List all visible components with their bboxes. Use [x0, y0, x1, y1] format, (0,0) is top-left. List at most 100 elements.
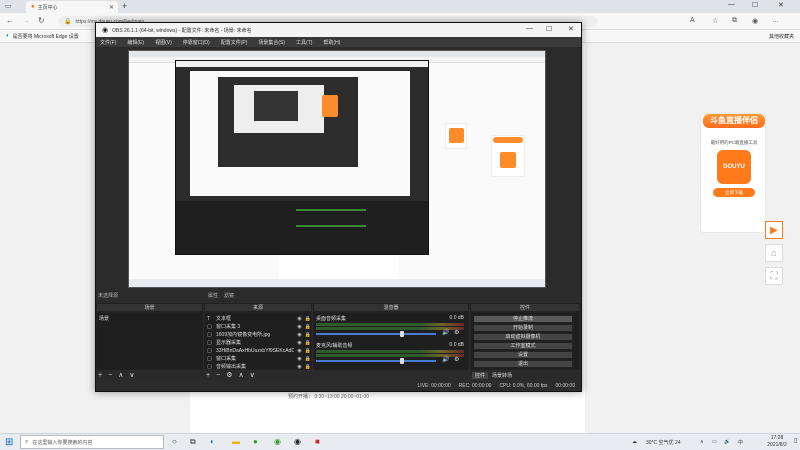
notification-icon[interactable]: ▯: [794, 437, 797, 444]
profile-icon[interactable]: ◉: [752, 17, 758, 25]
lock-icon[interactable]: 🔒: [305, 348, 311, 354]
add-icon[interactable]: +: [206, 372, 210, 379]
refresh-icon[interactable]: ↻: [38, 16, 45, 25]
menu-view[interactable]: 视图(V): [155, 39, 172, 46]
favorite-item[interactable]: 是否要将 Microsoft Edge 设置: [13, 33, 79, 40]
eye-icon[interactable]: ◉: [297, 348, 301, 354]
obs-maximize-icon[interactable]: ☐: [546, 25, 552, 33]
obs-taskbar-icon[interactable]: ◉: [294, 437, 301, 446]
volume-icon[interactable]: 🔊: [724, 439, 730, 445]
other-favorites[interactable]: 其他收藏夹: [769, 33, 794, 40]
play-icon[interactable]: ▶: [765, 221, 783, 239]
tray-cloud-icon[interactable]: ☁: [632, 439, 637, 445]
source-row[interactable]: ▢ 窗口采集 ◉ 🔒: [207, 355, 311, 363]
edge-taskbar-icon[interactable]: ◐: [210, 437, 215, 446]
menu-tools[interactable]: 工具(T): [296, 39, 312, 46]
source-row[interactable]: ▢ 窗口采集 3 ◉ 🔒: [207, 323, 311, 331]
new-tab-button[interactable]: +: [122, 1, 127, 11]
obs-preview[interactable]: [128, 50, 546, 288]
gear-icon[interactable]: ⚙: [226, 371, 232, 379]
eye-icon[interactable]: ◉: [297, 324, 301, 330]
home-icon[interactable]: ⌂: [765, 244, 783, 262]
exit-button[interactable]: 退出: [473, 360, 573, 368]
tab-close-icon[interactable]: ✕: [109, 4, 114, 11]
browser-tab[interactable]: ● 主页中心 ✕: [26, 1, 118, 13]
obs-minimize-icon[interactable]: —: [526, 25, 533, 32]
menu-scene-collection[interactable]: 场景集合(S): [258, 39, 285, 46]
scene-list-item[interactable]: 场景: [99, 315, 109, 322]
speaker-icon[interactable]: 🔊: [442, 329, 449, 336]
collections-icon[interactable]: ⧉: [732, 17, 737, 25]
remove-icon[interactable]: −: [108, 372, 112, 379]
taskbar-clock[interactable]: 17:28 2021/8/2: [760, 435, 794, 449]
lock-icon[interactable]: 🔒: [305, 324, 311, 330]
close-window-icon[interactable]: ✕: [778, 1, 784, 9]
lock-icon[interactable]: 🔒: [305, 340, 311, 346]
eye-icon[interactable]: ◉: [297, 356, 301, 362]
source-row[interactable]: ▢ 33HiBnDaAxHbUuzxbYf9SEKcAdDAx ◉ 🔒: [207, 347, 311, 354]
fullscreen-icon[interactable]: ⛶: [765, 267, 783, 285]
remove-icon[interactable]: −: [216, 372, 220, 379]
network-icon[interactable]: ▭: [712, 439, 717, 445]
eye-icon[interactable]: ◉: [297, 340, 301, 346]
settings-button[interactable]: 设置: [473, 351, 573, 359]
read-aloud-icon[interactable]: A: [690, 17, 695, 24]
app-icon[interactable]: ●: [253, 437, 258, 446]
lock-icon[interactable]: 🔒: [305, 364, 311, 370]
favorite-star-icon[interactable]: ☆: [712, 17, 718, 25]
mixer-volume-slider[interactable]: [316, 333, 436, 335]
obs-close-icon[interactable]: ✕: [568, 25, 574, 33]
properties-button[interactable]: 属性: [208, 292, 218, 299]
file-explorer-icon[interactable]: ▬: [232, 437, 240, 446]
back-icon[interactable]: ←: [6, 16, 14, 25]
down-icon[interactable]: ∨: [129, 371, 134, 379]
lock-icon[interactable]: 🔒: [305, 356, 311, 362]
forward-icon[interactable]: →: [22, 16, 30, 25]
stop-streaming-button[interactable]: 停止推流: [473, 315, 573, 323]
filters-button[interactable]: 滤镜: [224, 292, 234, 299]
lock-icon[interactable]: 🔒: [305, 316, 311, 322]
taskbar-search[interactable]: ⌕ 在这里输入你要搜索的内容: [20, 435, 164, 449]
app-red-icon[interactable]: ■: [315, 437, 320, 446]
eye-icon[interactable]: ◉: [297, 316, 301, 322]
ime-icon[interactable]: 中: [738, 439, 743, 446]
promo-download-button[interactable]: 立即下载: [713, 188, 755, 197]
up-icon[interactable]: ∧: [118, 371, 123, 379]
menu-help[interactable]: 帮助(H): [323, 39, 340, 46]
eye-icon[interactable]: ◉: [297, 332, 301, 338]
windows-start-icon[interactable]: ⊞: [5, 437, 13, 448]
cortana-icon[interactable]: ○: [172, 437, 177, 446]
mixer-volume-slider[interactable]: [316, 360, 436, 362]
task-view-icon[interactable]: ⧉: [190, 437, 196, 447]
mixer-slider-knob[interactable]: [400, 358, 405, 364]
speaker-icon[interactable]: 🔊: [442, 356, 449, 363]
add-icon[interactable]: +: [98, 372, 102, 379]
menu-docks[interactable]: 停靠窗口(D): [183, 39, 210, 46]
obs-window[interactable]: ◉ OBS 26.1.1 (64-bit, windows) - 配置文件: 未…: [95, 22, 582, 392]
minimize-icon[interactable]: —: [728, 1, 735, 8]
promo-widget[interactable]: 斗鱼直播伴侣 最好用的PC端直播工具 DOUYU 立即下载: [700, 113, 766, 233]
tab-scene-transitions[interactable]: 场景转场: [492, 372, 512, 379]
mixer-slider-knob[interactable]: [400, 331, 405, 337]
more-menu-icon[interactable]: …: [772, 17, 779, 24]
source-row[interactable]: ▢ 显示器采集 ◉ 🔒: [207, 339, 311, 347]
source-row[interactable]: T 文本框 ◉ 🔒: [207, 315, 311, 323]
weather-text[interactable]: 30°C 空气优 24: [646, 439, 681, 446]
eye-icon[interactable]: ◉: [297, 364, 301, 370]
studio-mode-button[interactable]: 工作室模式: [473, 342, 573, 350]
start-recording-button[interactable]: 开始录制: [473, 324, 573, 332]
menu-edit[interactable]: 编辑(E): [127, 39, 144, 46]
lock-icon[interactable]: 🔒: [305, 332, 311, 338]
down-icon[interactable]: ∨: [250, 371, 255, 379]
gear-icon[interactable]: ⚙: [454, 329, 459, 336]
virtual-camera-button[interactable]: 启动虚拟摄像机: [473, 333, 573, 341]
menu-file[interactable]: 文件(F): [100, 39, 116, 46]
menu-profile[interactable]: 配置文件(P): [221, 39, 248, 46]
tray-chevron-icon[interactable]: ∧: [700, 439, 704, 445]
up-icon[interactable]: ∧: [238, 371, 243, 379]
source-row[interactable]: ▢ 音频输出采集 ◉ 🔒: [207, 363, 311, 371]
gear-icon[interactable]: ⚙: [454, 356, 459, 363]
source-row[interactable]: ▢ 1609加内镜像变电所.jpg ◉ 🔒: [207, 331, 311, 339]
chrome-icon[interactable]: ◉: [274, 437, 281, 446]
tab-controls[interactable]: 控件: [472, 371, 489, 379]
